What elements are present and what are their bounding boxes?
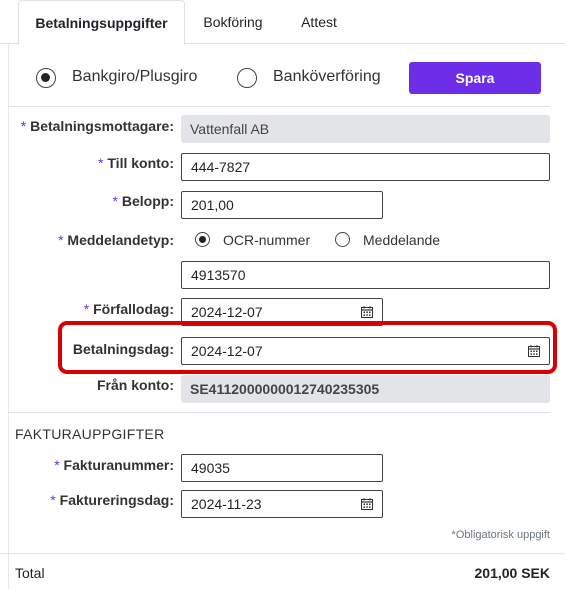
radio-bankgiro[interactable] (36, 68, 56, 88)
invoice-number-input[interactable]: 49035 (181, 454, 383, 482)
from-account-label: Från konto: (97, 377, 174, 393)
recipient-field: Vattenfall AB (181, 115, 550, 143)
radio-meddelande-label[interactable]: Meddelande (363, 232, 440, 248)
panel-border (8, 44, 9, 589)
invoice-number-label: * Fakturanummer: (54, 457, 174, 473)
ocr-input[interactable]: 4913570 (181, 261, 550, 289)
tab-bokforing[interactable]: Bokföring (185, 0, 281, 44)
invoice-date-value: 2024-11-23 (191, 496, 262, 512)
invoice-date-input[interactable]: 2024-11-23 (181, 490, 383, 518)
divider-total (0, 553, 565, 554)
to-account-label: * Till konto: (98, 155, 174, 171)
total-value: 201,00 SEK (474, 565, 551, 581)
due-date-label: * Förfallodag: (83, 301, 174, 317)
calendar-icon[interactable] (361, 498, 373, 510)
recipient-label: * Betalningsmottagare: (20, 118, 174, 134)
amount-label: * Belopp: (112, 193, 174, 209)
total-label: Total (15, 565, 45, 581)
radio-ocr[interactable] (195, 232, 210, 247)
divider-top (8, 106, 550, 107)
amount-input[interactable]: 201,00 (181, 191, 383, 219)
required-note: *Obligatorisk uppgift (451, 529, 550, 541)
message-type-label: * Meddelandetyp: (58, 232, 174, 248)
from-account-field: SE4112000000012740235305 (181, 375, 550, 403)
tab-bar: Betalningsuppgifter Bokföring Attest (0, 0, 565, 45)
invoice-section-title: FAKTURAUPPGIFTER (15, 426, 165, 442)
radio-meddelande[interactable] (335, 232, 350, 247)
calendar-icon[interactable] (361, 306, 373, 318)
due-date-value: 2024-12-07 (191, 304, 263, 320)
highlight-box (58, 321, 557, 374)
tab-betalningsuppgifter[interactable]: Betalningsuppgifter (18, 0, 185, 45)
divider-invoice (8, 412, 550, 413)
invoice-date-label: * Faktureringsdag: (50, 492, 174, 508)
tab-attest[interactable]: Attest (282, 0, 356, 44)
radio-ocr-label[interactable]: OCR-nummer (223, 232, 310, 248)
radio-bankgiro-label[interactable]: Bankgiro/Plusgiro (72, 68, 197, 86)
radio-bankoverforing[interactable] (237, 68, 257, 88)
save-button[interactable]: Spara (409, 62, 541, 94)
to-account-input[interactable]: 444-7827 (181, 153, 550, 181)
radio-bankoverforing-label[interactable]: Banköverföring (273, 68, 381, 86)
